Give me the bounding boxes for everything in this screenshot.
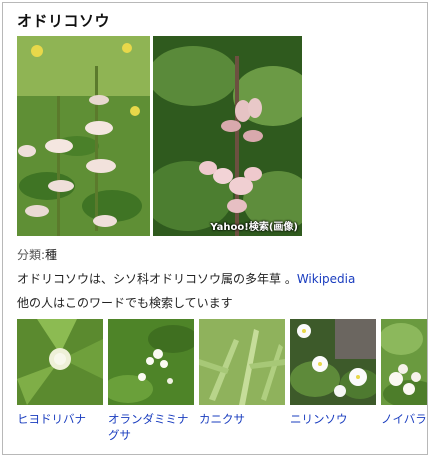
description-row: オドリコソウは、シソ科オドリコソウ属の多年草 。Wikipedia <box>17 270 355 287</box>
nirinsou-photo[interactable] <box>290 319 376 405</box>
image-credit-label[interactable]: Yahoo!検索(画像) <box>210 218 298 233</box>
category-row: 分類:種 <box>17 246 57 263</box>
related-item-kanikusa[interactable]: カニクサ <box>199 319 285 427</box>
category-label: 分類: <box>17 248 46 262</box>
related-item-label[interactable]: ノイバラ <box>381 411 427 427</box>
knowledge-panel: オドリコソウ Yahoo!検索(画像) 分類:種 オドリコソウは、シソ科オドリコ… <box>2 2 428 455</box>
related-item-label[interactable]: ニリンソウ <box>290 411 374 427</box>
related-item-nirinsou[interactable]: ニリンソウ <box>290 319 376 427</box>
related-item-label[interactable]: オランダミミナグサ <box>108 411 192 443</box>
main-image-right[interactable]: Yahoo!検索(画像) <box>153 36 302 236</box>
orandamiminagusa-photo[interactable] <box>108 319 194 405</box>
related-item-orandamiminagusa[interactable]: オランダミミナグサ <box>108 319 194 443</box>
main-image-left[interactable] <box>17 36 150 236</box>
related-item-noibara[interactable]: ノイバラ <box>381 319 427 427</box>
wikipedia-link[interactable]: Wikipedia <box>297 272 356 286</box>
related-item-label[interactable]: ヒヨドリバナ <box>17 411 101 427</box>
related-searches: ヒヨドリバナ オランダミミナグサ カニクサ ニリンソウ ノイバラ <box>17 319 427 451</box>
hiyodoribana-photo[interactable] <box>17 319 103 405</box>
noibara-photo[interactable] <box>381 319 427 405</box>
kanikusa-photo[interactable] <box>199 319 285 405</box>
panel-title: オドリコソウ <box>17 12 111 30</box>
related-item-hiyodoribana[interactable]: ヒヨドリバナ <box>17 319 103 427</box>
related-heading: 他の人はこのワードでも検索しています <box>17 296 233 310</box>
related-item-label[interactable]: カニクサ <box>199 411 283 427</box>
category-value: 種 <box>45 248 58 262</box>
description-text: オドリコソウは、シソ科オドリコソウ属の多年草 。 <box>17 272 297 286</box>
